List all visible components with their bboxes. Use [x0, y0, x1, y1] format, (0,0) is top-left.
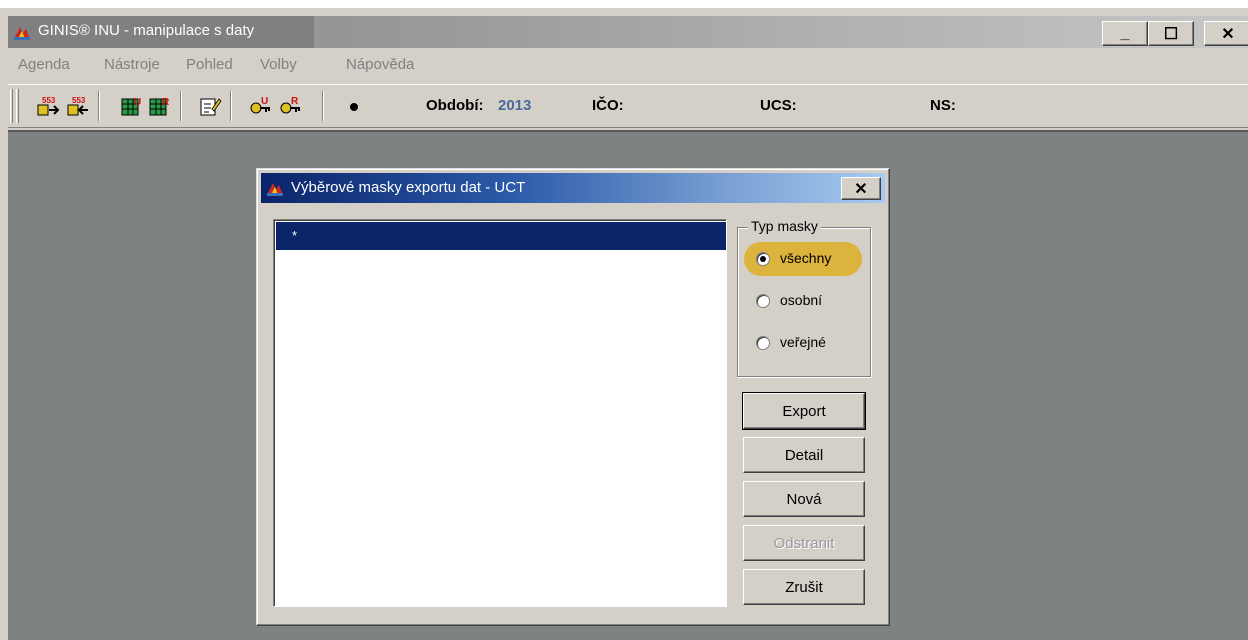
radio-unchecked-icon [756, 294, 770, 308]
toolbar-grip[interactable] [10, 89, 13, 123]
close-button[interactable]: ✕ [1204, 21, 1248, 46]
toolbar: 553 553 U R U R Období: 2013 IČO: UCS: N… [8, 84, 1248, 128]
mask-type-group: Typ masky všechny osobní veřejné [737, 218, 871, 377]
radio-vsechny[interactable]: všechny [744, 242, 862, 276]
list-item[interactable]: * [276, 222, 726, 250]
mask-list[interactable]: * [273, 219, 727, 607]
menu-volby[interactable]: Volby [260, 56, 297, 73]
export-button[interactable]: Export [742, 392, 866, 430]
detail-button[interactable]: Detail [743, 437, 865, 473]
window-title: GINIS® INU - manipulace s daty [38, 22, 255, 39]
app-icon [14, 27, 30, 40]
svg-text:U: U [261, 96, 268, 107]
edit-form-icon[interactable] [198, 95, 222, 117]
radio-verejne[interactable]: veřejné [744, 326, 862, 360]
export-553-icon[interactable]: 553 [36, 95, 60, 117]
dialog-close-button[interactable]: ✕ [841, 177, 881, 200]
obdobi-label: Období: [426, 97, 484, 114]
svg-text:U: U [134, 97, 141, 108]
svg-text:R: R [162, 97, 170, 108]
export-mask-dialog: Výběrové masky exportu dat - UCT ✕ * Typ… [256, 168, 890, 626]
cancel-button[interactable]: Zrušit [743, 569, 865, 605]
dialog-title: Výběrové masky exportu dat - UCT [291, 179, 526, 196]
svg-text:553: 553 [42, 96, 56, 105]
menu-napoveda[interactable]: Nápověda [346, 56, 414, 73]
delete-button: Odstranit [743, 525, 865, 561]
menu-bar: Agenda Nástroje Pohled Volby Nápověda [8, 50, 1248, 80]
dot-icon[interactable] [342, 95, 366, 117]
menu-pohled[interactable]: Pohled [186, 56, 233, 73]
key-r-icon[interactable]: R [278, 95, 302, 117]
key-u-icon[interactable]: U [248, 95, 272, 117]
import-553-icon[interactable]: 553 [66, 95, 90, 117]
ico-label: IČO: [592, 97, 624, 114]
radio-unchecked-icon [756, 336, 770, 350]
ucs-label: UCS: [760, 97, 797, 114]
svg-text:R: R [291, 96, 299, 107]
minimize-button[interactable]: _ [1102, 21, 1148, 46]
radio-label: všechny [780, 250, 832, 266]
radio-label: osobní [780, 292, 823, 308]
toolbar-grip[interactable] [16, 89, 19, 123]
app-icon [267, 183, 283, 196]
maximize-button[interactable]: ☐ [1148, 21, 1194, 46]
title-bar[interactable]: GINIS® INU - manipulace s daty _ ☐ ✕ [8, 16, 1248, 48]
radio-label: veřejné [780, 334, 826, 350]
obdobi-value: 2013 [498, 97, 532, 114]
table-r-icon[interactable]: R [148, 95, 172, 117]
ns-label: NS: [930, 97, 956, 114]
menu-nastroje[interactable]: Nástroje [104, 56, 160, 73]
mask-type-legend: Typ masky [748, 218, 821, 234]
radio-osobni[interactable]: osobní [744, 284, 862, 318]
menu-agenda[interactable]: Agenda [18, 56, 70, 73]
svg-text:553: 553 [72, 96, 86, 105]
table-u-icon[interactable]: U [120, 95, 144, 117]
radio-checked-icon [756, 252, 770, 266]
dialog-title-bar[interactable]: Výběrové masky exportu dat - UCT ✕ [261, 173, 885, 203]
new-button[interactable]: Nová [743, 481, 865, 517]
